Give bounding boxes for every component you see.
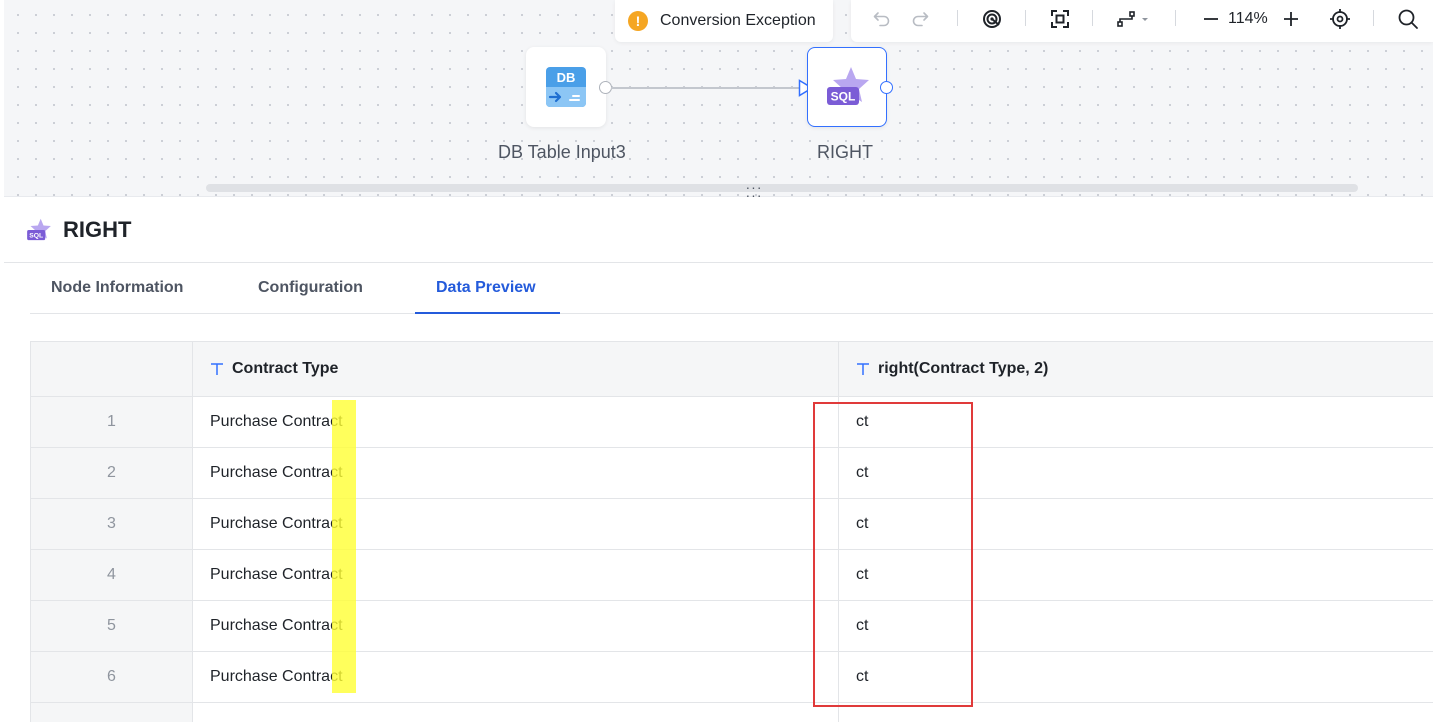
panel-header: SQL RIGHT — [26, 214, 131, 246]
svg-text:SQL: SQL — [831, 90, 856, 104]
zoom-out-icon[interactable] — [1199, 0, 1223, 38]
fit-view-icon[interactable] — [1046, 0, 1074, 38]
toolbar-separator — [957, 10, 958, 26]
svg-text:SQL: SQL — [29, 233, 43, 240]
cell-right-result: ct — [856, 464, 869, 481]
canvas-horizontal-scrollbar[interactable] — [206, 184, 1358, 192]
table-row[interactable]: 4 Purchase Contract ct — [31, 550, 1433, 601]
tab-configuration[interactable]: Configuration — [258, 263, 363, 313]
table-row[interactable]: 1 Purchase Contract ct — [31, 397, 1433, 448]
text-type-icon — [856, 362, 870, 376]
index-column-header — [31, 342, 193, 396]
cell-contract-type: Purchase Contract — [193, 601, 839, 651]
row-index: 4 — [31, 550, 193, 600]
cell-right-result — [839, 703, 1433, 722]
svg-text:DB: DB — [557, 70, 576, 85]
output-port[interactable] — [880, 81, 893, 94]
node-right[interactable]: SQL — [807, 47, 887, 127]
table-row[interactable]: 2 Purchase Contract ct — [31, 448, 1433, 499]
toolbar-separator — [1373, 10, 1374, 26]
tab-data-preview[interactable]: Data Preview — [436, 263, 536, 313]
node-connector-edge[interactable] — [611, 87, 801, 89]
cell-contract-type: Purchase Contract — [193, 397, 839, 447]
sql-function-icon: SQL — [27, 218, 51, 241]
node-label: RIGHT — [817, 142, 873, 162]
panel-tabs: Node Information Configuration Data Prev… — [30, 263, 1433, 314]
table-row[interactable] — [31, 703, 1433, 722]
db-table-input-icon: DB — [546, 67, 586, 107]
text-type-icon — [210, 362, 224, 376]
zoom-level: 114% — [1228, 10, 1268, 27]
column-header-right-contract-type[interactable]: right(Contract Type, 2) — [839, 342, 1433, 396]
table-header-row: Contract Type right(Contract Type, 2) — [31, 342, 1433, 397]
undo-icon[interactable] — [869, 0, 895, 38]
toolbar-separator — [1175, 10, 1176, 26]
cell-right-result: ct — [856, 617, 869, 634]
table-row[interactable]: 3 Purchase Contract ct — [31, 499, 1433, 550]
tab-node-information[interactable]: Node Information — [51, 263, 183, 313]
data-preview-table: Contract Type right(Contract Type, 2) 1 … — [30, 341, 1433, 722]
cell-right-result: ct — [856, 566, 869, 583]
canvas-toolbar: 114% — [851, 0, 1433, 42]
preview-icon[interactable] — [978, 0, 1006, 38]
row-index: 2 — [31, 448, 193, 498]
cell-contract-type: Purchase Contract — [193, 550, 839, 600]
flow-canvas[interactable]: ! Conversion Exception 114% DB DB Table … — [4, 0, 1433, 197]
zoom-in-icon[interactable] — [1279, 0, 1303, 38]
conversion-exception-label: Conversion Exception — [660, 12, 816, 29]
locate-icon[interactable] — [1327, 0, 1353, 38]
node-db-table-input3[interactable]: DB — [526, 47, 606, 127]
cell-right-result: ct — [856, 668, 869, 685]
cell-right-result: ct — [856, 413, 869, 430]
cell-contract-type — [193, 703, 839, 722]
row-index: 1 — [31, 397, 193, 447]
redo-icon[interactable] — [907, 0, 933, 38]
cell-contract-type: Purchase Contract — [193, 499, 839, 549]
toolbar-separator — [1025, 10, 1026, 26]
connector-style-icon[interactable] — [1113, 0, 1155, 38]
node-label: DB Table Input3 — [498, 142, 626, 162]
panel-resize-handle-icon[interactable]: ·​·​· ·​·​· — [744, 180, 764, 202]
cell-right-result: ct — [856, 515, 869, 532]
cell-contract-type: Purchase Contract — [193, 652, 839, 702]
row-index: 5 — [31, 601, 193, 651]
column-header-contract-type[interactable]: Contract Type — [193, 342, 839, 396]
table-row[interactable]: 5 Purchase Contract ct — [31, 601, 1433, 652]
panel-title: RIGHT — [63, 217, 132, 242]
row-index: 6 — [31, 652, 193, 702]
toolbar-separator — [1092, 10, 1093, 26]
row-index — [31, 703, 193, 722]
table-row[interactable]: 6 Purchase Contract ct — [31, 652, 1433, 703]
cell-contract-type: Purchase Contract — [193, 448, 839, 498]
sql-function-icon: SQL — [827, 67, 869, 105]
search-icon[interactable] — [1395, 0, 1421, 38]
warning-icon: ! — [628, 11, 648, 31]
active-tab-indicator — [415, 312, 560, 314]
conversion-exception-button[interactable]: ! Conversion Exception — [615, 0, 833, 42]
row-index: 3 — [31, 499, 193, 549]
